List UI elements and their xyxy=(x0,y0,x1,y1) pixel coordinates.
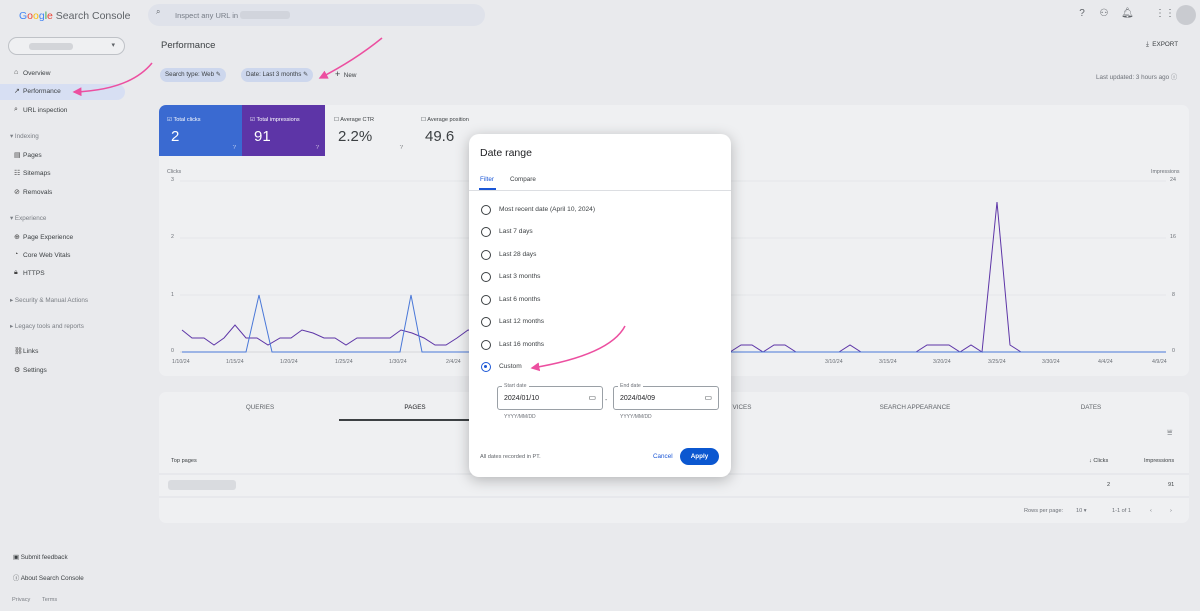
divider xyxy=(469,190,731,191)
start-date-hint: YYYY/MM/DD xyxy=(504,414,536,420)
cancel-button[interactable]: Cancel xyxy=(653,453,673,460)
pagination-range: 1-1 of 1 xyxy=(1112,508,1131,514)
tab-devices[interactable]: VICES xyxy=(733,404,752,411)
option-label: Last 7 days xyxy=(499,228,533,235)
prev-page-icon[interactable]: ‹ xyxy=(1150,508,1152,514)
timezone-note: All dates recorded in PT. xyxy=(480,454,541,460)
option-label: Last 28 days xyxy=(499,251,537,258)
date-range-dialog: Date range Filter Compare Most recent da… xyxy=(469,134,731,477)
tab-queries[interactable]: QUERIES xyxy=(246,404,274,411)
field-label: End date xyxy=(618,383,643,389)
calendar-icon[interactable]: ▭ xyxy=(704,393,712,402)
radio-button[interactable] xyxy=(481,227,491,237)
start-date-input[interactable]: 2024/01/10 xyxy=(504,395,539,402)
start-date-field[interactable]: Start date 2024/01/10 ▭ xyxy=(497,383,603,410)
rows-value: 10 xyxy=(1076,508,1083,514)
radio-button[interactable] xyxy=(481,272,491,282)
option-label: Last 12 months xyxy=(499,318,545,325)
column-header-impressions[interactable]: Impressions xyxy=(1144,458,1174,464)
rows-per-page-label: Rows per page: xyxy=(1024,508,1064,514)
tab-dates[interactable]: DATES xyxy=(1081,404,1102,411)
field-label: Start date xyxy=(502,383,529,389)
table-row-impressions: 91 xyxy=(1168,482,1175,488)
end-date-input[interactable]: 2024/04/09 xyxy=(620,395,655,402)
tab-filter[interactable]: Filter xyxy=(480,176,494,183)
tab-search-appearance[interactable]: SEARCH APPEARANCE xyxy=(880,404,951,411)
filter-icon[interactable]: ⩸ xyxy=(1167,427,1172,438)
tab-pages[interactable]: PAGES xyxy=(404,404,425,411)
radio-button[interactable] xyxy=(481,250,491,260)
table-row-blurred-url[interactable] xyxy=(168,480,236,490)
calendar-icon[interactable]: ▭ xyxy=(588,393,596,402)
end-date-hint: YYYY/MM/DD xyxy=(620,414,652,420)
column-header-top-pages[interactable]: Top pages xyxy=(171,458,197,464)
rows-per-page-select[interactable]: 10 ▾ xyxy=(1076,508,1087,514)
radio-button[interactable] xyxy=(481,295,491,305)
column-header-clicks[interactable]: ↓ Clicks xyxy=(1089,458,1108,464)
radio-button-selected[interactable] xyxy=(481,362,491,372)
tab-compare[interactable]: Compare xyxy=(510,176,536,183)
radio-button[interactable] xyxy=(481,317,491,327)
option-label: Most recent date (April 10, 2024) xyxy=(499,206,596,213)
option-label: Last 16 months xyxy=(499,341,545,348)
range-separator: - xyxy=(605,397,608,404)
radio-button[interactable] xyxy=(481,340,491,350)
option-label: Last 6 months xyxy=(499,296,541,303)
option-label: Custom xyxy=(499,363,522,370)
radio-button[interactable] xyxy=(481,205,491,215)
table-row-clicks: 2 xyxy=(1107,482,1111,488)
next-page-icon[interactable]: › xyxy=(1170,508,1172,514)
dialog-title: Date range xyxy=(480,147,532,159)
option-label: Last 3 months xyxy=(499,273,541,280)
apply-button[interactable]: Apply xyxy=(680,448,719,465)
end-date-field[interactable]: End date 2024/04/09 ▭ xyxy=(613,383,719,410)
column-header-label: Clicks xyxy=(1093,458,1109,464)
